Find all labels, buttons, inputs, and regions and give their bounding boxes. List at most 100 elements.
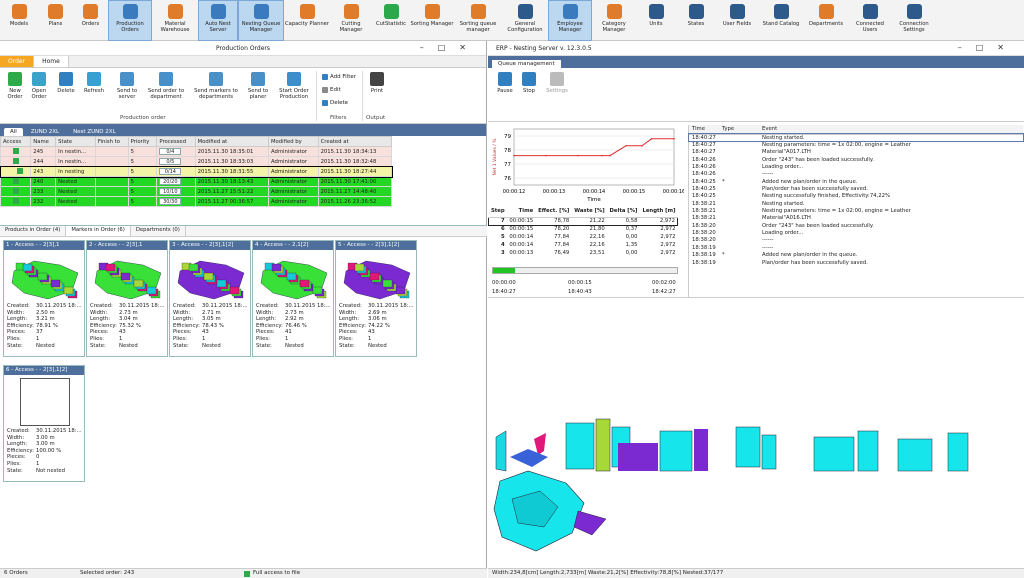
toolbar-connected-users-button[interactable]: Connected Users [848, 0, 892, 41]
event-row[interactable]: 18:40:27 Nesting started. [688, 132, 1024, 143]
steps-column-header[interactable]: Delta [%] [606, 205, 640, 218]
tab-zund-2xl[interactable]: ZUND 2XL [25, 128, 65, 136]
steps-column-header[interactable]: Step [488, 205, 507, 218]
new-order-button[interactable]: New Order [4, 72, 26, 100]
event-row[interactable]: 18:40:25 * Added new plan/order in the que… [689, 178, 1023, 185]
steps-column-header[interactable]: Waste [%] [571, 205, 607, 218]
start-production-button[interactable]: Start Order Production [274, 72, 314, 100]
send-markers-button[interactable]: Send markers to departments [192, 72, 240, 100]
steps-row[interactable]: 3 00:00:13 76,49 23,51 0,00 2,972 [489, 249, 678, 257]
column-header[interactable]: State [55, 136, 96, 147]
event-row[interactable]: 18:40:27 Nesting parameters: time = 1x 02… [689, 141, 1023, 148]
refresh-button[interactable]: Refresh [80, 72, 108, 94]
toolbar-departments-button[interactable]: Departments [804, 0, 848, 41]
table-row[interactable]: 240 Nested 5 20/20 2015.11.30 18:13:43 Admini… [0, 176, 393, 187]
steps-column-header[interactable]: Length [m] [639, 205, 678, 218]
toolbar-cutting-button[interactable]: Cutting Manager [330, 0, 372, 41]
tab-order[interactable]: Order [0, 56, 34, 67]
event-row[interactable]: 18:40:26 Order "243" has been loaded succ… [689, 156, 1023, 163]
toolbar-auto-nest-button[interactable]: Auto Nest Server [198, 0, 238, 41]
event-row[interactable]: 18:38:19 * Added new plan/order in the que… [689, 252, 1023, 259]
event-row[interactable]: 18:38:20 ------ [689, 237, 1023, 244]
steps-row[interactable]: 6 00:00:15 78,20 21,80 0,37 2,972 [489, 225, 678, 233]
marker-card[interactable]: 1 - Access - - 2[3],1 Created: 30.11.2015 … [3, 240, 85, 357]
marker-card[interactable]: 5 - Access - - 2[3],1[2] Created: 30.11.20… [335, 240, 417, 357]
add-filter-button[interactable]: Add Filter [322, 74, 356, 80]
event-column-header[interactable]: Event [759, 125, 1023, 135]
toolbar-sorting-button[interactable]: Sorting Manager [410, 0, 454, 41]
column-header[interactable]: Modified by [267, 136, 319, 147]
settings-button[interactable]: Settings [542, 72, 572, 94]
tab-home[interactable]: Home [33, 55, 69, 67]
toolbar-cutstatistic-button[interactable]: CutStatistic [372, 0, 410, 41]
tab-markers[interactable]: Markers in Order (6) [66, 226, 131, 236]
table-row[interactable]: 244 In nestin... 5 0/5 2015.11.30 18:33:03 Ad… [0, 156, 393, 167]
event-column-header[interactable]: Time [689, 125, 719, 135]
event-row[interactable]: 18:38:19 Plan/order has been successfully… [689, 259, 1023, 266]
table-row[interactable]: ▶ 243In nesting 50/14 2015.11.30 18:31:55Ad… [0, 165, 393, 178]
tab-all[interactable]: All [4, 128, 23, 136]
event-column-header[interactable]: Type [719, 125, 759, 135]
column-header[interactable]: Modified at [194, 136, 269, 147]
toolbar-plans-button[interactable]: Plans [38, 0, 73, 41]
pause-button[interactable]: Pause [494, 72, 516, 94]
toolbar-nesting-queue-button[interactable]: Nesting Queue Manager [238, 0, 284, 41]
window-controls[interactable]: –□✕ [420, 43, 480, 52]
toolbar-orders-button[interactable]: Orders [73, 0, 108, 41]
tab-products[interactable]: Products in Order (4) [0, 226, 67, 236]
steps-row[interactable]: 5 00:00:14 77,84 22,16 0,00 2,972 [489, 233, 678, 241]
tab-queue-management[interactable]: Queue management [492, 60, 561, 68]
toolbar-employee-button[interactable]: Employee Manager [548, 0, 592, 41]
event-row[interactable]: 18:40:26 Loading order... [689, 163, 1023, 170]
toolbar-stand-catalog-button[interactable]: Stand Catalog [758, 0, 804, 41]
marker-card[interactable]: 4 - Access - - 2,1[2] Created: 30.11.2015 … [252, 240, 334, 357]
column-header[interactable]: Finish to [94, 136, 129, 147]
toolbar-states-button[interactable]: States [676, 0, 716, 41]
toolbar-models-button[interactable]: Models [0, 0, 38, 41]
toolbar-production-orders-button[interactable]: Production Orders [108, 0, 152, 41]
event-row[interactable]: 18:40:25 Plan/order has been successfully… [689, 185, 1023, 192]
event-row[interactable]: 18:40:25 Nesting successfully finished, E… [689, 193, 1023, 200]
column-header[interactable]: Access [0, 136, 32, 147]
toolbar-connection-settings-button[interactable]: Connection Settings [892, 0, 936, 41]
steps-column-header[interactable]: Effect. [%] [535, 205, 572, 218]
send-to-server-button[interactable]: Send to server [112, 72, 142, 100]
toolbar-units-button[interactable]: Units [636, 0, 676, 41]
steps-row[interactable]: 4 00:00:14 77,84 22,16 1,35 2,972 [489, 241, 678, 249]
event-row[interactable]: 18:38:21 Material"A016.LTH [689, 215, 1023, 222]
marker-card[interactable]: 3 - Access - - 2[3],1[2] Created: 30.11.20… [169, 240, 251, 357]
toolbar-capacity-button[interactable]: Capacity Planner [284, 0, 330, 41]
event-row[interactable]: 18:38:19 ------ [689, 244, 1023, 251]
column-header[interactable]: Priority [127, 136, 158, 147]
toolbar-category-button[interactable]: Category Manager [592, 0, 636, 41]
tab-departments[interactable]: Departments (0) [131, 226, 186, 236]
column-header[interactable]: Processed [156, 136, 196, 147]
steps-column-header[interactable]: Time [506, 205, 536, 218]
steps-row[interactable]: 7 00:00:15 78,78 21,22 0,58 2,972 [488, 217, 678, 225]
toolbar-sorting-queue-button[interactable]: Sorting queue manager [454, 0, 502, 41]
event-row[interactable]: 18:38:20 Loading order... [689, 229, 1023, 236]
table-row[interactable]: 245 In nestin... 5 0/4 2015.11.30 18:35:01 Ad… [0, 146, 393, 157]
edit-filter-button[interactable]: Edit [322, 87, 341, 93]
send-to-department-button[interactable]: Send order to department [144, 72, 188, 100]
marker-card[interactable]: 2 - Access - - 2[3],1 Created: 30.11.2015 … [86, 240, 168, 357]
delete-button[interactable]: Delete [54, 72, 78, 94]
marker-card[interactable]: 6 - Access - - 2[3],1[2] Created: 30.11.20… [3, 365, 85, 482]
table-row[interactable]: 233 Nested 5 10/10 2015.11.27 15:51:22 Admini… [0, 186, 393, 197]
send-to-planer-button[interactable]: Send to planer [244, 72, 272, 100]
stop-button[interactable]: Stop [518, 72, 540, 94]
event-row[interactable]: 18:40:27 Material"A017.LTH [689, 149, 1023, 156]
column-header[interactable]: Name [30, 136, 57, 147]
open-order-button[interactable]: Open Order [28, 72, 50, 100]
event-row[interactable]: 18:38:21 Nesting started. [689, 200, 1023, 207]
table-row[interactable]: 232 Nested 5 30/30 2015.11.27 00:36:57 Admini… [0, 196, 393, 207]
event-row[interactable]: 18:40:26 ------ [689, 171, 1023, 178]
toolbar-configuration-button[interactable]: General Configuration [502, 0, 548, 41]
delete-filter-button[interactable]: Delete [322, 100, 348, 106]
column-header[interactable]: Created at [317, 136, 393, 147]
event-row[interactable]: 18:38:20 Order "243" has been loaded succ… [689, 222, 1023, 229]
event-row[interactable]: 18:38:21 Nesting parameters: time = 1x 02… [689, 207, 1023, 214]
window-controls[interactable]: –□✕ [958, 43, 1018, 52]
tab-nest-zund-2xl[interactable]: Nest ZUND 2XL [67, 128, 122, 136]
toolbar-material-warehouse-button[interactable]: Material Warehouse [152, 0, 198, 41]
